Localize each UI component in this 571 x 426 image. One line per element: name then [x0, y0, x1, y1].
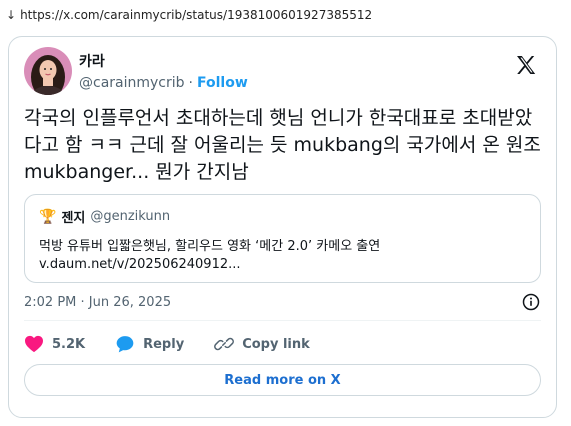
timestamp[interactable]: 2:02 PM · Jun 26, 2025: [24, 295, 171, 310]
x-logo-icon[interactable]: [514, 53, 538, 77]
avatar[interactable]: [24, 47, 72, 95]
trophy-avatar-icon: 🏆: [39, 208, 57, 225]
heart-icon: [25, 335, 43, 353]
quoted-tweet-text: 먹방 유튜버 입짧은햇님, 할리우드 영화 ‘메간 2.0’ 카메오 출연: [39, 239, 381, 254]
tweet-text: 각국의 인플루언서 초대하는데 햇님 언니가 한국대표로 초대받았다고 함 ㅋㅋ…: [24, 107, 541, 183]
link-icon: [214, 337, 235, 351]
quoted-tweet-header: 🏆 젠지 @genzikunn: [39, 207, 171, 227]
like-button[interactable]: 5.2K: [24, 335, 85, 353]
read-more-button[interactable]: Read more on X: [24, 364, 541, 396]
action-bar: 5.2K Reply Copy link: [24, 334, 340, 354]
author-handle[interactable]: @carainmycrib: [79, 75, 185, 91]
quoted-tweet[interactable]: 🏆 젠지 @genzikunn 먹방 유튜버 입짧은햇님, 할리우드 영화 ‘메…: [24, 194, 541, 283]
url-text: https://x.com/carainmycrib/status/193810…: [20, 8, 373, 22]
reply-label: Reply: [143, 336, 185, 352]
info-icon[interactable]: [522, 293, 540, 311]
like-count: 5.2K: [52, 336, 86, 352]
url-bar: ↓ https://x.com/carainmycrib/status/1938…: [6, 8, 372, 22]
follow-button[interactable]: Follow: [197, 75, 248, 91]
author-name[interactable]: 카라: [79, 51, 105, 71]
reply-bubble-icon: [116, 336, 134, 353]
separator-dot: ·: [188, 75, 193, 91]
download-arrow-icon: ↓: [6, 8, 17, 22]
tweet-card: 카라 @carainmycrib · Follow 각국의 인플루언서 초대하는…: [8, 36, 557, 418]
quoted-tweet-link[interactable]: v.daum.net/v/202506240912...: [39, 257, 241, 272]
quoted-author-name: 젠지: [61, 211, 86, 226]
reply-button[interactable]: Reply: [115, 334, 184, 354]
copy-link-button[interactable]: Copy link: [214, 334, 310, 354]
quoted-author-handle: @genzikunn: [90, 209, 171, 224]
author-handle-row: @carainmycrib · Follow: [79, 75, 248, 91]
divider: [24, 320, 541, 321]
copy-link-label: Copy link: [242, 336, 310, 352]
